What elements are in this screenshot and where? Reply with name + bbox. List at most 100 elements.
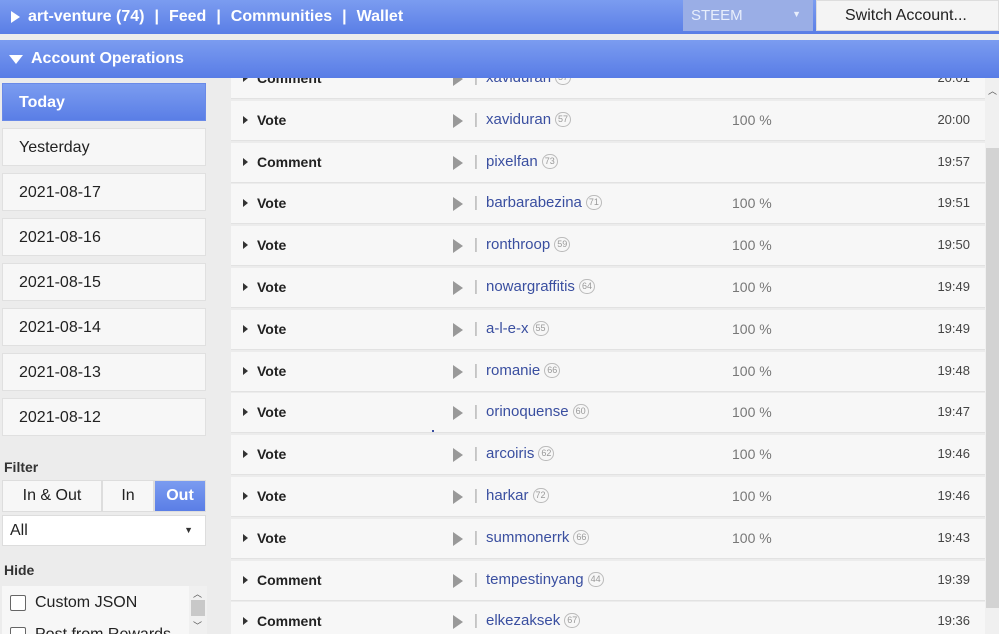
expand-arrow-icon[interactable] [243,116,248,124]
account-name[interactable]: barbarabezina [486,194,582,211]
operation-row[interactable]: Vote | ronthroop 59 100 % 19:50 [231,226,985,266]
play-icon[interactable] [453,615,463,629]
day-item[interactable]: 2021-08-15 [2,263,206,301]
scroll-thumb[interactable] [986,148,999,608]
account-name[interactable]: summonerrk [486,529,569,546]
expand-arrow-icon[interactable] [243,534,248,542]
play-icon[interactable] [453,239,463,253]
scroll-up-icon[interactable]: ︿ [988,84,997,97]
account-link[interactable]: art-venture (74) [28,8,144,26]
play-icon[interactable] [453,281,463,295]
day-item[interactable]: 2021-08-12 [2,398,206,436]
expand-arrow-icon[interactable] [243,367,248,375]
account-link[interactable]: xaviduran 57 [486,111,572,128]
operation-row[interactable]: Vote | nowargraffitis 64 100 % 19:49 [231,268,985,308]
account-name[interactable]: harkar [486,487,529,504]
day-item[interactable]: 2021-08-16 [2,218,206,256]
expand-arrow-icon[interactable] [243,283,248,291]
account-name[interactable]: arcoiris [486,445,534,462]
operation-row[interactable]: Vote | a-l-e-x 55 100 % 19:49 [231,310,985,350]
account-link[interactable]: a-l-e-x 55 [486,320,549,337]
account-link[interactable]: tempestinyang 44 [486,571,604,588]
expand-arrow-icon[interactable] [243,408,248,416]
scroll-up-icon[interactable]: ︿ [193,587,202,600]
account-link[interactable]: pixelfan 73 [486,153,558,170]
operation-row[interactable]: Vote | arcoiris 62 100 % 19:46 [231,435,985,475]
account-link[interactable]: summonerrk 66 [486,529,590,546]
hide-custom-json[interactable]: Custom JSON [2,586,187,618]
account-name[interactable]: xaviduran [486,111,551,128]
account-link[interactable]: xaviduran 57 [486,78,572,86]
scroll-thumb[interactable] [191,600,205,616]
hide-list-scrollbar[interactable]: ︿ ﹀ [189,586,207,634]
filter-in[interactable]: In [102,480,154,512]
account-link[interactable]: romanie 66 [486,362,561,379]
section-header[interactable]: Account Operations [0,40,999,78]
operation-row[interactable]: Vote | orinoquense 60 100 % 19:47 [231,393,985,433]
account-link[interactable]: barbarabezina 71 [486,194,602,211]
operation-row[interactable]: Comment | xaviduran 57 20:01 [231,78,985,99]
play-icon[interactable] [453,197,463,211]
account-name[interactable]: elkezaksek [486,612,560,629]
play-icon[interactable] [453,78,463,86]
expand-arrow-icon[interactable] [243,617,248,625]
play-icon[interactable] [453,532,463,546]
wallet-link[interactable]: Wallet [357,8,404,26]
account-link[interactable]: harkar 72 [486,487,549,504]
play-icon[interactable] [453,365,463,379]
expand-arrow-icon[interactable] [243,450,248,458]
scroll-down-icon[interactable]: ﹀ [193,619,202,632]
operation-row[interactable]: Comment | elkezaksek 67 19:36 [231,602,985,634]
play-icon[interactable] [453,114,463,128]
day-today[interactable]: Today [2,83,206,121]
play-icon[interactable] [453,490,463,504]
account-link[interactable]: nowargraffitis 64 [486,278,595,295]
operation-type-select[interactable]: All ▼ [2,515,206,546]
operation-row[interactable]: Comment | pixelfan 73 19:57 [231,143,985,183]
operation-row[interactable]: Comment | tempestinyang 44 19:39 [231,561,985,601]
play-icon[interactable] [453,448,463,462]
filter-out[interactable]: Out [154,480,206,512]
day-item[interactable]: 2021-08-14 [2,308,206,346]
day-item[interactable]: 2021-08-17 [2,173,206,211]
feed-link[interactable]: Feed [169,8,206,26]
operation-row[interactable]: Vote | xaviduran 57 100 % 20:00 [231,101,985,141]
play-icon[interactable] [453,406,463,420]
account-name[interactable]: romanie [486,362,540,379]
account-name[interactable]: nowargraffitis [486,278,575,295]
operation-row[interactable]: Vote | romanie 66 100 % 19:48 [231,352,985,392]
expand-arrow-icon[interactable] [243,576,248,584]
account-name[interactable]: tempestinyang [486,571,584,588]
play-icon[interactable] [453,156,463,170]
account-name[interactable]: pixelfan [486,153,538,170]
expand-arrow-icon[interactable] [243,325,248,333]
expand-arrow-icon[interactable] [243,199,248,207]
operation-row[interactable]: Vote | barbarabezina 71 100 % 19:51 [231,184,985,224]
chain-select[interactable]: STEEM ▼ [683,0,813,31]
checkbox[interactable] [10,595,26,611]
expand-triangle-icon[interactable] [11,11,20,23]
account-link[interactable]: ronthroop 59 [486,236,571,253]
play-icon[interactable] [453,574,463,588]
expand-arrow-icon[interactable] [243,241,248,249]
day-yesterday[interactable]: Yesterday [2,128,206,166]
account-name[interactable]: xaviduran [486,78,551,86]
account-link[interactable]: elkezaksek 67 [486,612,581,629]
communities-link[interactable]: Communities [231,8,332,26]
switch-account-button[interactable]: Switch Account... [816,0,999,31]
operation-row[interactable]: Vote | summonerrk 66 100 % 19:43 [231,519,985,559]
expand-arrow-icon[interactable] [243,78,248,82]
day-item[interactable]: 2021-08-13 [2,353,206,391]
expand-arrow-icon[interactable] [243,158,248,166]
account-name[interactable]: orinoquense [486,403,569,420]
account-link[interactable]: arcoiris 62 [486,445,555,462]
filter-in-out[interactable]: In & Out [2,480,102,512]
account-link[interactable]: orinoquense 60 [486,403,589,420]
account-name[interactable]: a-l-e-x [486,320,529,337]
expand-arrow-icon[interactable] [243,492,248,500]
operation-row[interactable]: Vote | harkar 72 100 % 19:46 [231,477,985,517]
hide-post-rewards[interactable]: Post from Rewards [2,618,187,634]
play-icon[interactable] [453,323,463,337]
checkbox[interactable] [10,627,26,634]
main-scrollbar[interactable]: ︿ [985,78,999,634]
